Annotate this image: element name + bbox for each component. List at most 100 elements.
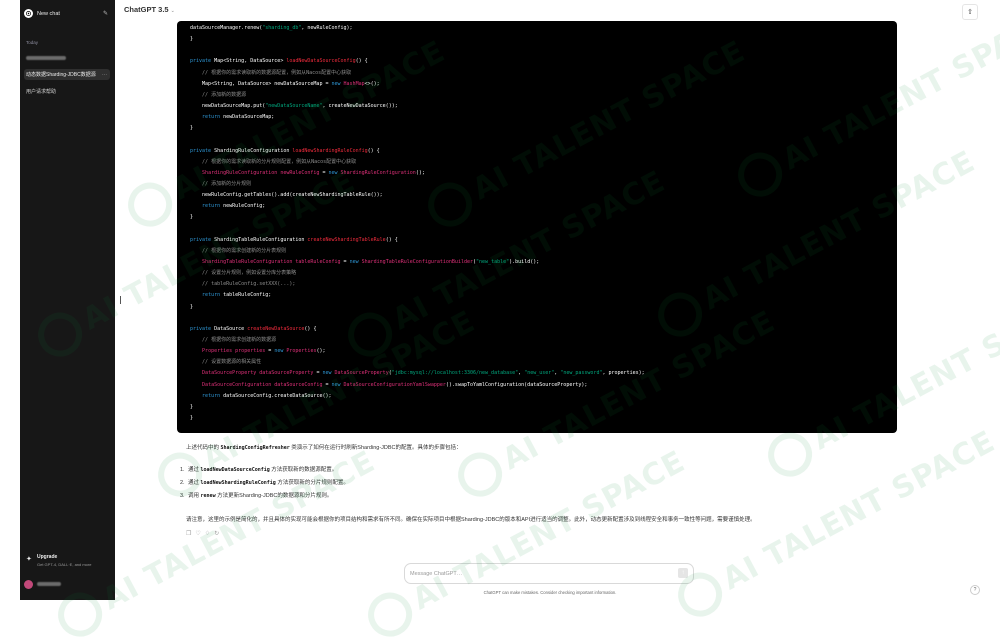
code-line: } <box>190 34 645 45</box>
inline-code: renew <box>200 493 216 499</box>
code-token: } <box>190 36 194 43</box>
code-line: newDataSourceMap.put("newDataSourceName"… <box>190 101 645 112</box>
new-chat-button[interactable]: New chat ✎ <box>24 7 110 20</box>
code-token: dataSourceManager.renew( <box>190 25 263 31</box>
step-text: 方法获取新的数据源配置。 <box>269 467 338 473</box>
code-line: return dataSourceConfig.createDataSource… <box>190 391 645 402</box>
code-token: // tableRuleConfig.setXXX(...); <box>190 281 296 288</box>
list-number: 1. <box>180 467 185 473</box>
regenerate-icon[interactable]: ↻ <box>214 530 219 538</box>
code-token: createNewShardingTableRule <box>307 236 386 243</box>
copy-icon[interactable]: ❐ <box>186 530 191 538</box>
code-token: // 根据你的需求读取新的数据源配置，例如从Nacos配置中心获取 <box>190 69 352 76</box>
code-token: new <box>322 370 335 377</box>
compose-icon[interactable]: ✎ <box>103 10 110 17</box>
code-token: newRuleConfig; <box>223 203 266 210</box>
code-line: ShardingTableRuleConfiguration tableRule… <box>190 257 645 268</box>
sidebar-item-redacted[interactable] <box>24 52 110 63</box>
code-line: private ShardingTableRuleConfiguration c… <box>190 235 645 246</box>
code-token: dataSourceConfig.createDataSource(); <box>223 392 332 399</box>
code-token: , properties); <box>602 370 645 377</box>
list-item: 3. 调用 renew 方法更新Sharding-JDBC的数据源和分片规则。 <box>180 492 349 505</box>
avatar <box>24 579 33 589</box>
send-button[interactable]: ↑ <box>678 568 688 578</box>
code-line: DataSourceProperty dataSourceProperty = … <box>190 368 645 379</box>
code-token: ShardingRuleConfiguration <box>214 147 293 154</box>
code-line: private Map<String, DataSource> loadNewD… <box>190 56 645 67</box>
code-line: // 设置数据源的相关属性 <box>190 357 645 368</box>
watermark: AI TALENT SPACE <box>360 440 693 644</box>
code-line: return newDataSourceMap; <box>190 112 645 123</box>
list-item: 1. 通过 loadNewDataSourceConfig 方法获取新的数据源配置… <box>180 466 349 479</box>
thumbs-down-icon[interactable]: ♢ <box>205 530 210 538</box>
code-line: return newRuleConfig; <box>190 201 645 212</box>
disclaimer-text: ChatGPT can make mistakes. Consider chec… <box>483 590 617 595</box>
code-token: // 添加新的分片规则 <box>190 180 252 187</box>
watermark-logo-icon <box>120 174 180 235</box>
inline-code: loadNewShardingRuleConfig <box>200 480 276 486</box>
upgrade-plan-button[interactable]: ✦ Upgrade Get GPT-4, DALL·E, and more <box>24 554 112 572</box>
message-input[interactable] <box>410 568 660 579</box>
code-line: Properties properties = new Properties()… <box>190 346 645 357</box>
code-line: dataSourceManager.renew("sharding_db", n… <box>190 23 645 34</box>
redacted-username <box>37 582 61 586</box>
code-token: new <box>349 258 362 265</box>
step-text: 方法更新Sharding-JDBC的数据源和分片规则。 <box>215 493 333 499</box>
code-line: DataSourceConfiguration dataSourceConfig… <box>190 380 645 391</box>
code-line: private DataSource createNewDataSource()… <box>190 324 645 335</box>
thumbs-up-icon[interactable]: ♡ <box>195 530 200 538</box>
window-left-margin <box>0 0 20 600</box>
code-token: } <box>190 125 194 132</box>
share-icon: ⇧ <box>967 9 973 16</box>
code-token: () { <box>304 325 317 332</box>
code-token: loadNewShardingRuleConfig <box>292 147 368 154</box>
code-token: "sharding_db" <box>262 25 302 31</box>
step-text: 方法获取新的分片规则配置。 <box>275 480 349 486</box>
inline-code: ShardingConfigRefresher <box>220 445 290 451</box>
sidebar: New chat ✎ Today 动态数据Sharding-JDBC数据源 ··… <box>20 0 115 600</box>
intro-text-post: 类演示了如何在运行时刷新Sharding-JDBC的配置。具体的步骤包括： <box>289 445 462 451</box>
code-token: // 根据你的需求读取新的分片规则配置，例如从Nacos配置中心获取 <box>190 158 357 165</box>
code-token: newRuleConfig.getTables().add(createNewS… <box>190 192 383 199</box>
code-token: DataSourceConfigurationYamlSwapper <box>343 381 446 388</box>
answer-note: 请注意，这里的示例是简化的，并且具体的实现可能会根据你的项目结构和需求有所不同。… <box>186 517 756 523</box>
message-composer: ↑ <box>404 563 694 584</box>
sidebar-item-sharding-jdbc[interactable]: 动态数据Sharding-JDBC数据源 ··· <box>24 69 110 80</box>
model-selector[interactable]: ChatGPT 3.5 ⌄ <box>124 5 175 14</box>
code-token: new <box>331 80 344 87</box>
code-token: private <box>190 236 215 243</box>
list-item: 2. 通过 loadNewShardingRuleConfig 方法获取新的分片规… <box>180 479 349 492</box>
code-token: , newRuleConfig); <box>301 25 353 31</box>
code-token: ).build(); <box>509 258 540 265</box>
code-token: } <box>190 214 194 221</box>
code-token: (); <box>316 348 326 355</box>
code-token: , createNewDataSource()); <box>322 102 398 109</box>
code-token: DataSource <box>214 325 248 332</box>
code-token: createNewDataSource <box>247 325 305 332</box>
code-line: private ShardingRuleConfiguration loadNe… <box>190 146 645 157</box>
share-button[interactable]: ⇧ <box>962 4 978 20</box>
help-button[interactable]: ? <box>970 585 980 595</box>
list-number: 3. <box>180 493 185 499</box>
user-menu-button[interactable] <box>24 578 61 590</box>
code-token: <>(); <box>364 80 380 87</box>
code-line: // 设置分片规则，例如设置分库分表策略 <box>190 268 645 279</box>
step-text: 调用 <box>188 493 201 499</box>
openai-logo-icon <box>24 9 33 18</box>
code-token: () { <box>367 147 380 154</box>
code-line: } <box>190 413 645 424</box>
more-options-icon[interactable]: ··· <box>102 72 107 78</box>
sidebar-item-user-help[interactable]: 用户请求帮助 <box>24 86 110 97</box>
code-line: } <box>190 212 645 223</box>
code-line: ShardingRuleConfiguration newRuleConfig … <box>190 168 645 179</box>
code-line: } <box>190 402 645 413</box>
arrow-up-icon: ↑ <box>681 570 685 576</box>
